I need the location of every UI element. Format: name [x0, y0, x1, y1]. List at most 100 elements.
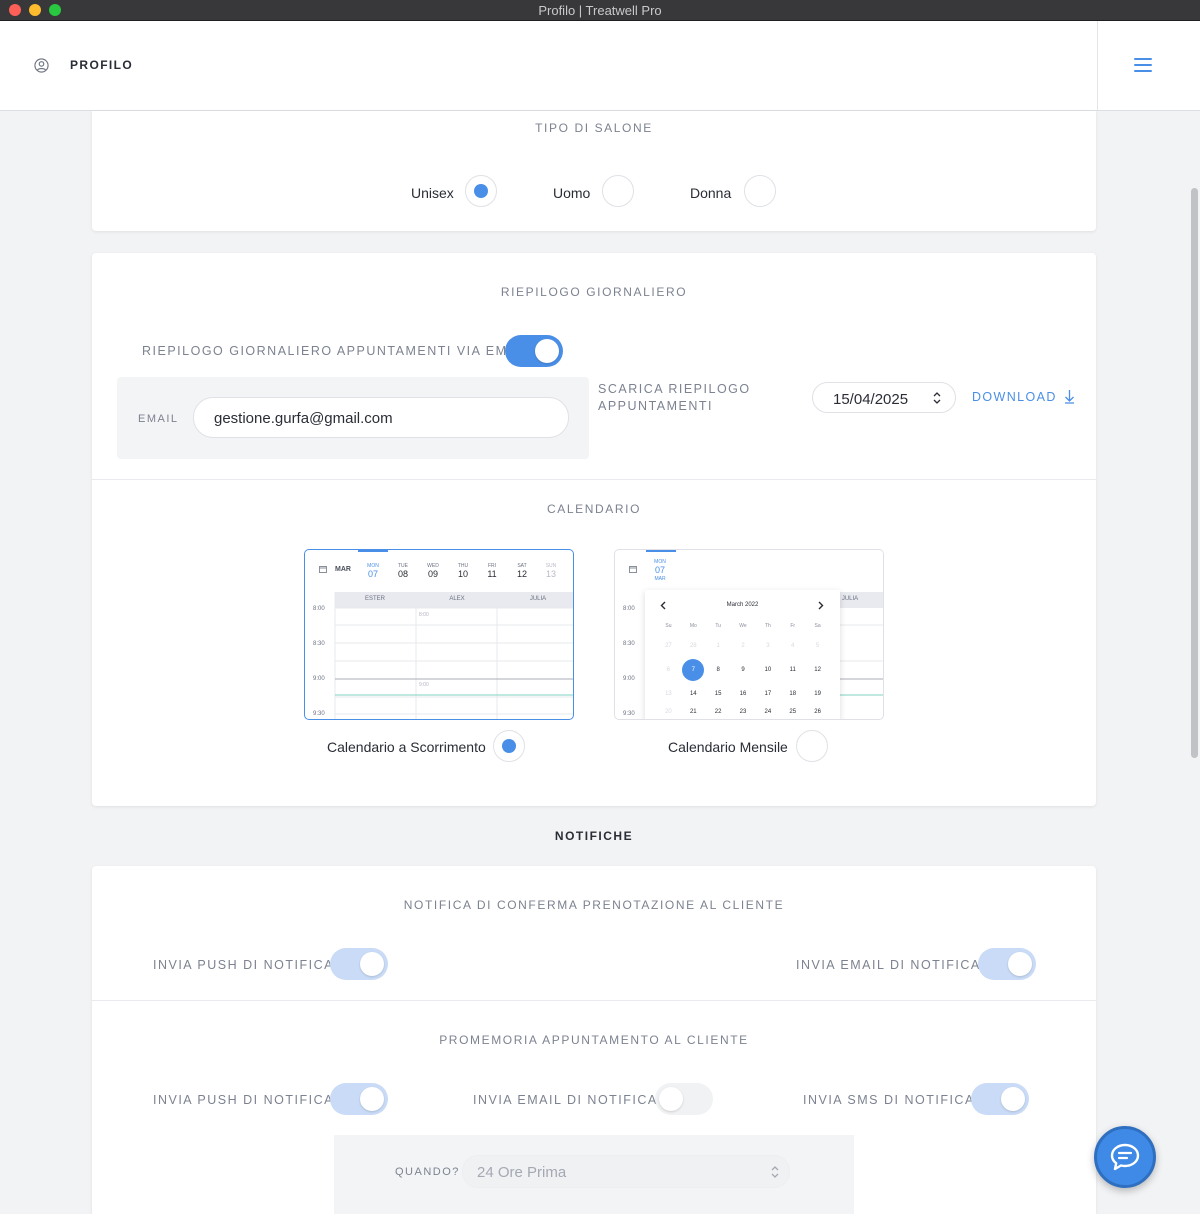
reminder-email-label: INVIA EMAIL DI NOTIFICA: [473, 1093, 658, 1107]
month-day: 14: [689, 691, 697, 697]
email-field[interactable]: gestione.gurfa@gmail.com: [193, 397, 569, 438]
email-summary-toggle[interactable]: [505, 335, 563, 367]
salon-type-donna-radio[interactable]: [744, 175, 776, 207]
month-day: 23: [739, 709, 747, 715]
download-button-label: DOWNLOAD: [972, 390, 1057, 404]
reminder-when-panel: QUANDO? 24 Ore Prima: [334, 1135, 854, 1214]
month-day: 25: [789, 709, 797, 715]
preview-grid: [334, 592, 573, 719]
scrollbar-thumb[interactable]: [1191, 188, 1198, 758]
select-chevrons-icon: [771, 1166, 779, 1178]
salon-type-uomo-label: Uomo: [553, 185, 591, 201]
month-day: 3: [766, 643, 770, 649]
month-day: 17: [764, 691, 772, 697]
month-day: 1: [716, 643, 720, 649]
month-day-selected: 7: [682, 659, 705, 681]
chat-support-button[interactable]: [1094, 1126, 1156, 1188]
window-title: Profilo | Treatwell Pro: [538, 3, 662, 18]
month-day: 12: [814, 667, 821, 673]
weekday-label: Fr: [790, 623, 796, 629]
confirmation-title: NOTIFICA DI CONFERMA PRENOTAZIONE AL CLI…: [403, 898, 785, 912]
daily-summary-card: RIEPILOGO GIORNALIERO RIEPILOGO GIORNALI…: [92, 253, 1096, 806]
weekday-label: We: [739, 623, 747, 629]
month-day: 21: [689, 709, 697, 715]
month-day: 15: [714, 691, 722, 697]
month-day: 4: [791, 643, 795, 649]
weekday-label: Tu: [715, 623, 721, 629]
month-day: 20: [665, 709, 672, 715]
month-calendar-label: Calendario Mensile: [668, 739, 788, 755]
reminder-push-label: INVIA PUSH DI NOTIFICA: [153, 1093, 334, 1107]
month-day: 10: [764, 667, 772, 673]
chat-bubble-icon: [1110, 1143, 1140, 1171]
section-divider: [92, 479, 1096, 480]
month-day: 27: [665, 643, 672, 649]
stepper-chevrons-icon: [933, 392, 941, 404]
summary-date-picker[interactable]: 15/04/2025: [812, 382, 956, 413]
user-profile-icon: [34, 58, 49, 73]
menu-zone: [1097, 21, 1200, 110]
month-day-selected-cell: 7: [681, 659, 706, 681]
month-picker-popup: March 2022 Su Mo Tu We Th Fr Sa 27 28 1 …: [645, 590, 840, 719]
salon-type-title: TIPO DI SALONE: [535, 121, 653, 135]
summary-date-value: 15/04/2025: [833, 391, 909, 408]
month-picker-grid: Su Mo Tu We Th Fr Sa 27 28 1 2 3 4 5 6 7…: [656, 623, 830, 718]
email-panel: EMAIL gestione.gurfa@gmail.com: [117, 377, 589, 459]
month-day: 28: [689, 643, 697, 649]
month-day: 8: [716, 667, 720, 673]
email-field-value: gestione.gurfa@gmail.com: [214, 410, 393, 427]
confirmation-email-label: INVIA EMAIL DI NOTIFICA: [796, 958, 981, 972]
salon-type-uomo-radio[interactable]: [602, 175, 634, 207]
download-arrow-icon: [1064, 390, 1074, 404]
notifications-card: NOTIFICA DI CONFERMA PRENOTAZIONE AL CLI…: [92, 866, 1096, 1214]
reminder-title: PROMEMORIA APPUNTAMENTO AL CLIENTE: [439, 1033, 749, 1047]
email-label: EMAIL: [138, 413, 179, 425]
app-header: PROFILO: [0, 21, 1200, 111]
scroll-calendar-preview[interactable]: MAR MON 07 TUE 08 WED 09 THU 10 FRI 11 S…: [304, 549, 574, 720]
month-day: 24: [764, 709, 772, 715]
month-day: 5: [815, 643, 820, 649]
reminder-sms-label: INVIA SMS DI NOTIFICA: [803, 1093, 975, 1107]
hamburger-menu-icon[interactable]: [1134, 58, 1152, 73]
month-preview-time: 8:30: [623, 641, 635, 647]
salon-type-unisex-radio[interactable]: [465, 175, 497, 207]
reminder-push-toggle[interactable]: [330, 1083, 388, 1115]
month-day: 19: [814, 691, 821, 697]
calendar-title: CALENDARIO: [546, 502, 642, 516]
month-preview-time: 9:30: [623, 711, 635, 717]
confirmation-push-label: INVIA PUSH DI NOTIFICA: [153, 958, 334, 972]
month-day: 11: [789, 667, 796, 673]
weekday-label: Sa: [814, 623, 821, 629]
month-preview-time: 8:00: [623, 606, 635, 612]
daily-summary-title: RIEPILOGO GIORNALIERO: [500, 285, 688, 299]
download-summary-label: SCARICA RIEPILOGO APPUNTAMENTI: [598, 382, 751, 413]
scroll-calendar-label: Calendario a Scorrimento: [327, 739, 486, 755]
month-day: 26: [814, 709, 821, 715]
salon-type-donna-label: Donna: [690, 185, 732, 201]
reminder-when-label: QUANDO?: [395, 1166, 460, 1178]
reminder-when-value: 24 Ore Prima: [477, 1164, 567, 1181]
confirmation-email-toggle[interactable]: [978, 948, 1036, 980]
notifications-divider: [92, 1000, 1096, 1001]
confirmation-push-toggle[interactable]: [330, 948, 388, 980]
month-day: 9: [741, 667, 745, 673]
weekday-label: Su: [665, 623, 672, 629]
email-summary-toggle-label: RIEPILOGO GIORNALIERO APPUNTAMENTI VIA E…: [142, 344, 531, 358]
download-button[interactable]: DOWNLOAD: [972, 389, 1075, 404]
month-day: 18: [789, 691, 797, 697]
month-day: 22: [714, 709, 722, 715]
chevron-right-icon: [818, 601, 824, 610]
weekday-label: Mo: [689, 623, 697, 629]
reminder-when-select[interactable]: 24 Ore Prima: [462, 1155, 790, 1188]
page-title: PROFILO: [70, 58, 134, 72]
salon-type-unisex-label: Unisex: [411, 185, 454, 201]
month-calendar-preview[interactable]: MON 07 MAR JULIA 8:00 8:30 9:00 9:30 Mar…: [614, 549, 884, 720]
notifications-heading: NOTIFICHE: [554, 829, 634, 843]
salon-type-card: TIPO DI SALONE Unisex Uomo Donna: [92, 111, 1096, 231]
reminder-email-toggle[interactable]: [655, 1083, 713, 1115]
window-titlebar: Profilo | Treatwell Pro: [0, 0, 1200, 21]
reminder-sms-toggle[interactable]: [971, 1083, 1029, 1115]
month-day: 16: [739, 691, 747, 697]
scroll-calendar-radio[interactable]: [493, 730, 525, 762]
month-calendar-radio[interactable]: [796, 730, 828, 762]
